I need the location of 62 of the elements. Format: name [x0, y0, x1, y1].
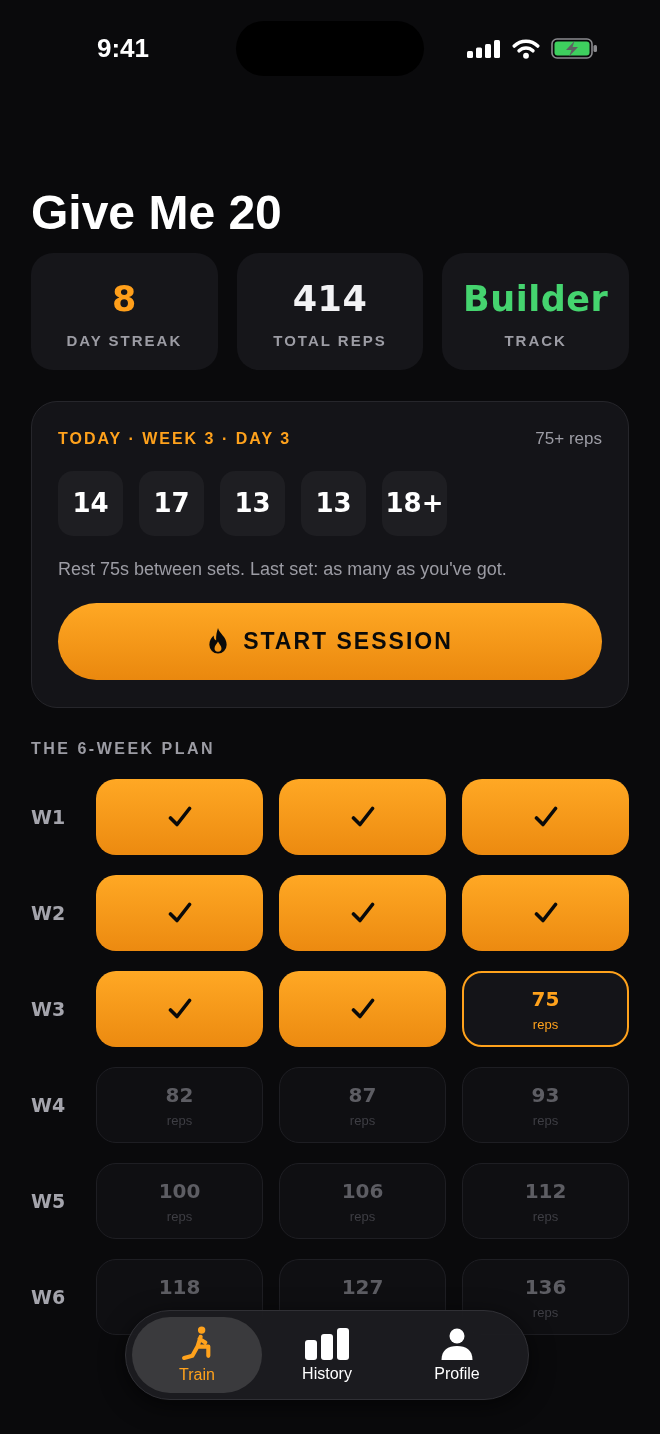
set-reps-chip: 14: [58, 470, 123, 536]
check-icon: [167, 806, 192, 828]
stat-value: 414: [292, 278, 368, 321]
week-label: W3: [31, 998, 67, 1020]
completed-day-tile[interactable]: [96, 779, 263, 855]
app-title: Give Me 20: [31, 185, 283, 241]
reps-count: 87: [348, 1083, 377, 1107]
wifi-icon: [512, 38, 540, 59]
week-label: W5: [31, 1190, 67, 1212]
rep-target: 75+ reps: [535, 428, 602, 449]
completed-day-tile[interactable]: [279, 875, 446, 951]
reps-count: 100: [158, 1179, 201, 1203]
completed-day-tile[interactable]: [96, 875, 263, 951]
check-icon: [533, 806, 558, 828]
week-label: W2: [31, 902, 67, 924]
completed-day-tile[interactable]: [462, 779, 629, 855]
check-icon: [167, 902, 192, 924]
reps-count: 127: [341, 1275, 384, 1299]
bar-chart-icon: [305, 1327, 349, 1360]
battery-charging-icon: [551, 38, 598, 59]
completed-day-tile[interactable]: [462, 875, 629, 951]
set-reps-chip: 13: [220, 470, 285, 536]
check-icon: [350, 998, 375, 1020]
tab-button[interactable]: History: [262, 1317, 392, 1393]
reps-count: 106: [341, 1179, 384, 1203]
completed-day-tile[interactable]: [96, 971, 263, 1047]
check-icon: [533, 902, 558, 924]
reps-label: reps: [532, 1017, 559, 1033]
reps-count: 93: [531, 1083, 560, 1107]
plan-heading: THE 6-WEEK PLAN: [31, 739, 217, 759]
start-session-button[interactable]: START SESSION: [58, 602, 602, 680]
signal-icon: [467, 39, 501, 58]
stat-value: Builder: [463, 278, 609, 321]
lunge-figure-icon: [182, 1326, 212, 1361]
flame-icon: [207, 628, 230, 655]
week-label: W4: [31, 1094, 67, 1116]
today-heading: TODAY · WEEK 3 · DAY 3: [58, 429, 292, 448]
check-icon: [167, 998, 192, 1020]
reps-count: 118: [158, 1275, 201, 1299]
rest-note: Rest 75s between sets. Last set: as many as you've got.: [58, 557, 508, 581]
reps-count: 82: [165, 1083, 194, 1107]
reps-count: 75: [531, 987, 560, 1011]
stat-value: 8: [111, 278, 137, 321]
stat-label: TOTAL REPS: [273, 332, 387, 350]
set-reps-chip: 17: [139, 470, 204, 536]
completed-day-tile[interactable]: [279, 971, 446, 1047]
stat-label: TRACK: [504, 332, 567, 350]
set-reps-chip: 18+: [382, 470, 447, 536]
week-label: W1: [31, 806, 67, 828]
week-label: W6: [31, 1286, 67, 1308]
reps-count: 112: [524, 1179, 567, 1203]
status-time: 9:41: [97, 33, 150, 64]
tab-button[interactable]: Train: [132, 1317, 262, 1393]
check-icon: [350, 806, 375, 828]
set-reps-chip: 13: [301, 470, 366, 536]
upcoming-day-tile[interactable]: 127: [279, 1259, 446, 1310]
completed-day-tile[interactable]: [279, 779, 446, 855]
current-day-tile[interactable]: 75 reps: [462, 971, 629, 1047]
reps-count: 136: [524, 1275, 567, 1299]
check-icon: [350, 902, 375, 924]
stat-label: DAY STREAK: [66, 332, 183, 350]
person-icon: [440, 1327, 474, 1360]
